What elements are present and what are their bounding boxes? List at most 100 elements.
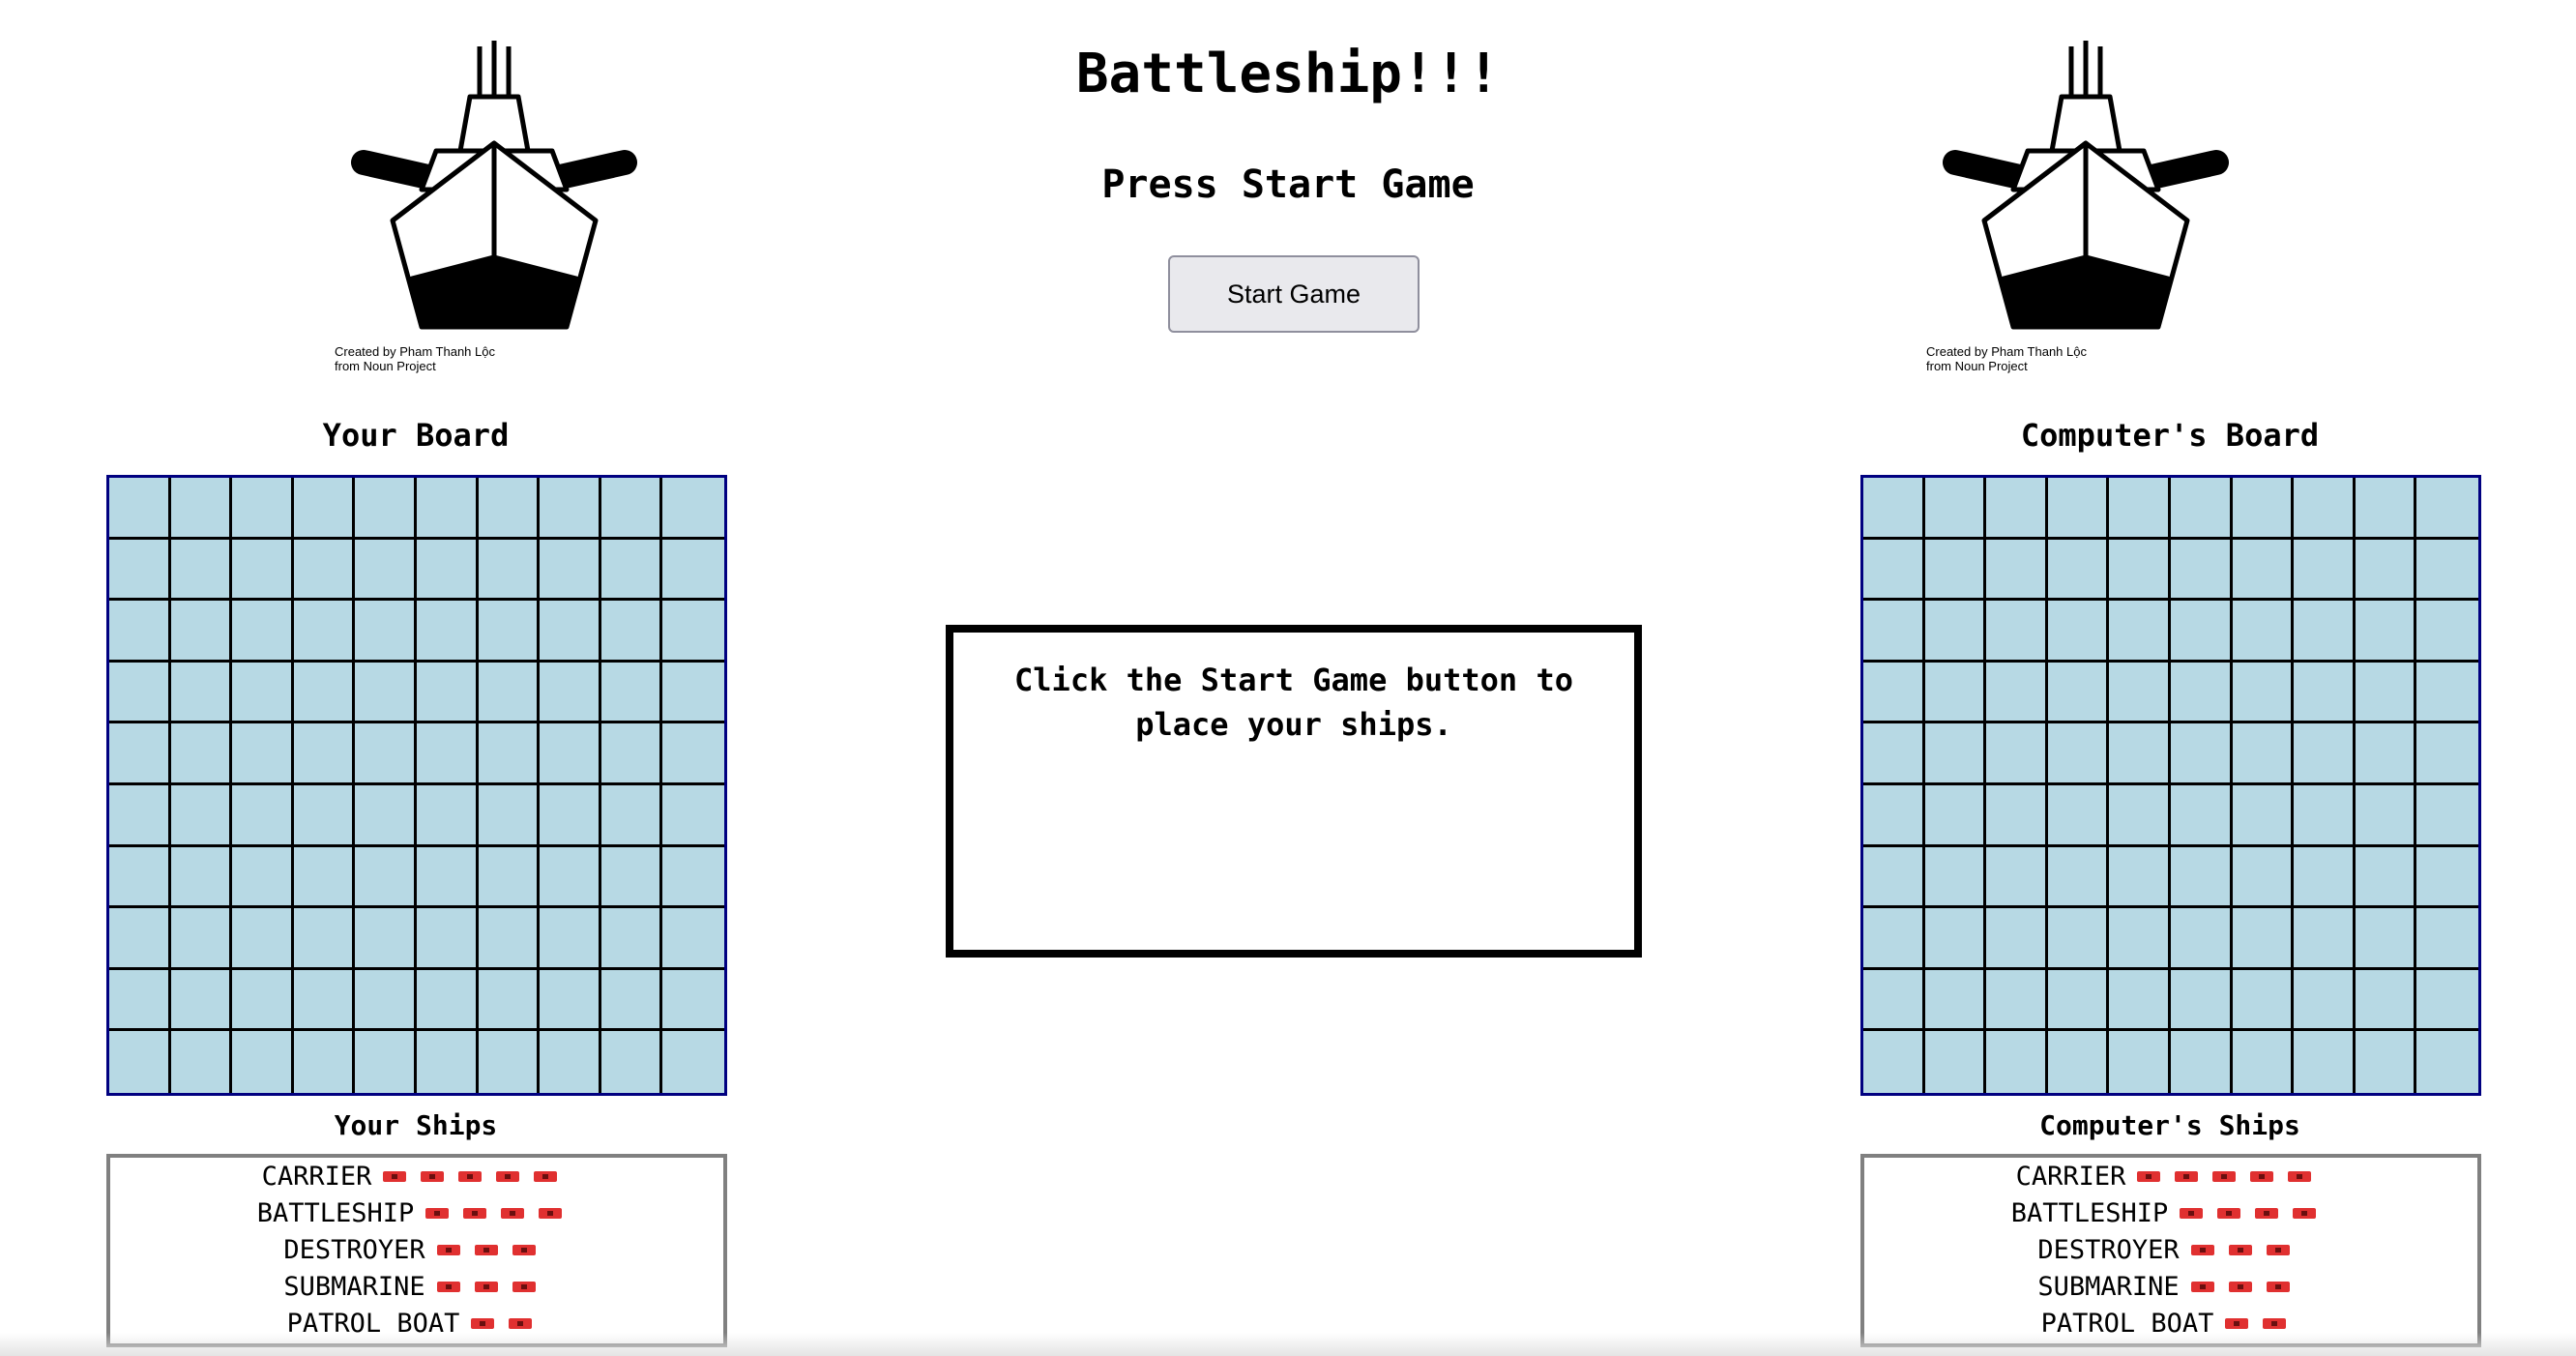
- computer-board-cell[interactable]: [1924, 539, 1987, 602]
- player-board-cell[interactable]: [662, 478, 724, 540]
- player-board-cell[interactable]: [170, 662, 233, 724]
- computer-board-cell[interactable]: [2109, 662, 2171, 724]
- player-board-cell[interactable]: [170, 478, 233, 540]
- player-board-cell[interactable]: [416, 478, 479, 540]
- computer-board-cell[interactable]: [2416, 539, 2478, 602]
- player-board-cell[interactable]: [662, 1031, 724, 1093]
- computer-board-cell[interactable]: [1924, 969, 1987, 1032]
- player-board-cell[interactable]: [109, 846, 171, 909]
- player-board-cell[interactable]: [109, 601, 171, 663]
- player-board-cell[interactable]: [355, 478, 417, 540]
- computer-board-cell[interactable]: [2416, 723, 2478, 785]
- player-board-cell[interactable]: [293, 908, 356, 970]
- player-board-cell[interactable]: [293, 539, 356, 602]
- player-board-cell[interactable]: [540, 784, 601, 847]
- player-board-cell[interactable]: [232, 723, 294, 785]
- player-board-cell[interactable]: [600, 784, 663, 847]
- player-board-cell[interactable]: [478, 1031, 541, 1093]
- player-board-cell[interactable]: [662, 846, 724, 909]
- player-board-cell[interactable]: [600, 478, 663, 540]
- computer-board-cell[interactable]: [2047, 601, 2110, 663]
- computer-board-cell[interactable]: [2355, 784, 2417, 847]
- computer-board-cell[interactable]: [1986, 723, 2048, 785]
- computer-board-cell[interactable]: [1986, 1031, 2048, 1093]
- computer-board-cell[interactable]: [1986, 478, 2048, 540]
- player-board-cell[interactable]: [109, 969, 171, 1032]
- player-board-cell[interactable]: [540, 908, 601, 970]
- computer-board-cell[interactable]: [2416, 908, 2478, 970]
- player-board-cell[interactable]: [293, 846, 356, 909]
- computer-board-cell[interactable]: [2355, 1031, 2417, 1093]
- player-board-cell[interactable]: [478, 908, 541, 970]
- player-board-cell[interactable]: [232, 846, 294, 909]
- computer-board-cell[interactable]: [1924, 662, 1987, 724]
- computer-board-cell[interactable]: [2170, 969, 2233, 1032]
- computer-board-cell[interactable]: [1986, 969, 2048, 1032]
- computer-board-cell[interactable]: [2170, 601, 2233, 663]
- computer-board-cell[interactable]: [2170, 723, 2233, 785]
- player-board-cell[interactable]: [109, 723, 171, 785]
- player-board-cell[interactable]: [662, 908, 724, 970]
- player-board-cell[interactable]: [232, 969, 294, 1032]
- credit-author-link[interactable]: Pham Thanh Lộc: [1991, 344, 2087, 359]
- computer-board-cell[interactable]: [1986, 601, 2048, 663]
- player-board-cell[interactable]: [540, 478, 601, 540]
- computer-board-cell[interactable]: [2355, 846, 2417, 909]
- computer-board-cell[interactable]: [2416, 846, 2478, 909]
- player-board-cell[interactable]: [416, 784, 479, 847]
- computer-board-cell[interactable]: [2416, 662, 2478, 724]
- computer-board-cell[interactable]: [2047, 846, 2110, 909]
- computer-board-cell[interactable]: [1924, 846, 1987, 909]
- computer-board-cell[interactable]: [2294, 478, 2356, 540]
- computer-board-cell[interactable]: [1986, 784, 2048, 847]
- computer-board-cell[interactable]: [1924, 478, 1987, 540]
- computer-board-cell[interactable]: [2416, 1031, 2478, 1093]
- player-board-cell[interactable]: [355, 846, 417, 909]
- player-board-cell[interactable]: [416, 908, 479, 970]
- computer-board-cell[interactable]: [1924, 908, 1987, 970]
- player-board-cell[interactable]: [293, 969, 356, 1032]
- computer-board-cell[interactable]: [2294, 601, 2356, 663]
- player-board-cell[interactable]: [355, 662, 417, 724]
- computer-board-cell[interactable]: [1863, 969, 1925, 1032]
- computer-board-cell[interactable]: [2232, 723, 2295, 785]
- computer-board-cell[interactable]: [2416, 601, 2478, 663]
- player-board-cell[interactable]: [232, 601, 294, 663]
- start-game-button[interactable]: Start Game: [1168, 255, 1420, 333]
- computer-board-cell[interactable]: [2294, 539, 2356, 602]
- player-board-cell[interactable]: [478, 601, 541, 663]
- player-board-cell[interactable]: [478, 723, 541, 785]
- computer-board-cell[interactable]: [1863, 846, 1925, 909]
- player-board-cell[interactable]: [662, 723, 724, 785]
- computer-board-cell[interactable]: [2047, 969, 2110, 1032]
- computer-board-cell[interactable]: [2416, 784, 2478, 847]
- player-board-cell[interactable]: [293, 784, 356, 847]
- player-board-cell[interactable]: [540, 539, 601, 602]
- player-board-cell[interactable]: [170, 723, 233, 785]
- player-board-cell[interactable]: [170, 539, 233, 602]
- player-board-cell[interactable]: [170, 784, 233, 847]
- player-board-cell[interactable]: [416, 846, 479, 909]
- player-board-cell[interactable]: [109, 539, 171, 602]
- player-board-cell[interactable]: [232, 662, 294, 724]
- computer-board-cell[interactable]: [1863, 478, 1925, 540]
- computer-board-cell[interactable]: [2294, 784, 2356, 847]
- player-board-cell[interactable]: [662, 662, 724, 724]
- computer-board-cell[interactable]: [1863, 784, 1925, 847]
- computer-board-cell[interactable]: [2232, 662, 2295, 724]
- computer-board-cell[interactable]: [2109, 1031, 2171, 1093]
- player-board-cell[interactable]: [293, 601, 356, 663]
- computer-board-cell[interactable]: [2109, 601, 2171, 663]
- player-board-cell[interactable]: [662, 784, 724, 847]
- computer-board-cell[interactable]: [2047, 539, 2110, 602]
- computer-board-cell[interactable]: [2355, 478, 2417, 540]
- computer-board-cell[interactable]: [1986, 846, 2048, 909]
- computer-board-cell[interactable]: [2047, 908, 2110, 970]
- player-board-cell[interactable]: [170, 908, 233, 970]
- computer-board-cell[interactable]: [2047, 723, 2110, 785]
- computer-board-cell[interactable]: [2294, 908, 2356, 970]
- computer-board-cell[interactable]: [2047, 1031, 2110, 1093]
- computer-board-cell[interactable]: [2047, 784, 2110, 847]
- computer-board-cell[interactable]: [2170, 846, 2233, 909]
- computer-board-cell[interactable]: [2232, 1031, 2295, 1093]
